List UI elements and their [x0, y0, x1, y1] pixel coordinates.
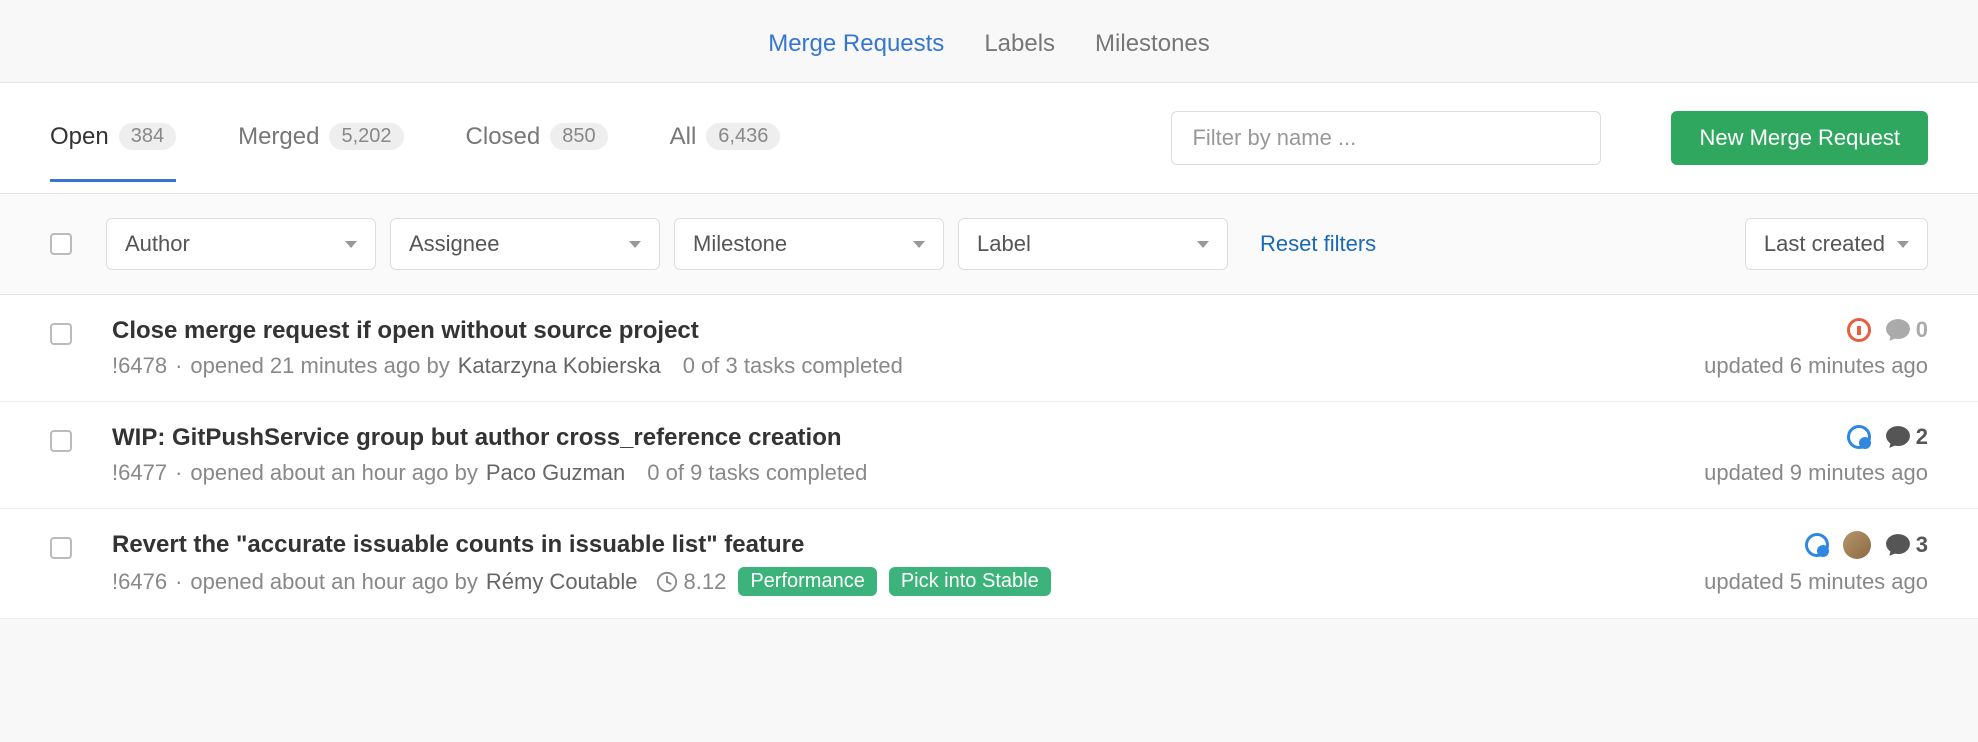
merge-request-ref: !6478: [112, 353, 167, 379]
label-chip[interactable]: Performance: [738, 567, 877, 596]
tab-all-count: 6,436: [706, 123, 780, 150]
author-link[interactable]: Rémy Coutable: [486, 569, 638, 595]
comments-count[interactable]: 0: [1885, 317, 1928, 343]
tab-all-label: All: [670, 123, 697, 151]
merge-request-title[interactable]: Close merge request if open without sour…: [112, 317, 1588, 345]
chevron-down-icon: [629, 241, 641, 248]
row-checkbox[interactable]: [50, 537, 72, 559]
tab-closed-label: Closed: [466, 123, 541, 151]
sort-dropdown[interactable]: Last created: [1745, 218, 1928, 270]
assignee-dropdown[interactable]: Assignee: [390, 218, 660, 270]
milestone-dropdown-label: Milestone: [693, 231, 787, 257]
ci-status-pending-icon[interactable]: [1847, 318, 1871, 342]
author-dropdown[interactable]: Author: [106, 218, 376, 270]
tasks-text: 0 of 9 tasks completed: [647, 460, 867, 486]
milestone-badge[interactable]: 8.12: [656, 569, 727, 595]
updated-text: updated 6 minutes ago: [1704, 353, 1928, 379]
merge-request-row: Revert the "accurate issuable counts in …: [0, 509, 1978, 619]
nav-merge-requests[interactable]: Merge Requests: [768, 30, 944, 58]
comments-number: 3: [1916, 532, 1928, 558]
merge-request-title[interactable]: Revert the "accurate issuable counts in …: [112, 531, 1588, 559]
updated-text: updated 9 minutes ago: [1704, 460, 1928, 486]
label-chip[interactable]: Pick into Stable: [889, 567, 1051, 596]
tab-open[interactable]: Open 384: [50, 123, 176, 182]
merge-request-row: WIP: GitPushService group but author cro…: [0, 402, 1978, 509]
tab-closed-count: 850: [550, 123, 607, 150]
chevron-down-icon: [345, 241, 357, 248]
sort-dropdown-label: Last created: [1764, 231, 1885, 257]
merge-request-meta: !6477 · opened about an hour ago by Paco…: [112, 460, 1588, 486]
comments-number: 0: [1916, 317, 1928, 343]
updated-text: updated 5 minutes ago: [1704, 569, 1928, 595]
chevron-down-icon: [913, 241, 925, 248]
merge-request-list: Close merge request if open without sour…: [0, 295, 1978, 619]
select-all-checkbox[interactable]: [50, 233, 72, 255]
chevron-down-icon: [1897, 241, 1909, 248]
nav-labels[interactable]: Labels: [984, 30, 1055, 58]
new-merge-request-button[interactable]: New Merge Request: [1671, 111, 1928, 165]
ci-status-running-icon[interactable]: [1805, 533, 1829, 557]
top-nav: Merge Requests Labels Milestones: [0, 0, 1978, 83]
merge-request-title[interactable]: WIP: GitPushService group but author cro…: [112, 424, 1588, 452]
opened-text: opened about an hour ago by: [190, 569, 477, 595]
comments-count[interactable]: 3: [1885, 532, 1928, 558]
comments-count[interactable]: 2: [1885, 424, 1928, 450]
comments-number: 2: [1916, 424, 1928, 450]
row-checkbox[interactable]: [50, 323, 72, 345]
tab-closed[interactable]: Closed 850: [466, 123, 608, 182]
tab-merged-label: Merged: [238, 123, 319, 151]
opened-text: opened 21 minutes ago by: [190, 353, 449, 379]
nav-milestones[interactable]: Milestones: [1095, 30, 1210, 58]
label-dropdown[interactable]: Label: [958, 218, 1228, 270]
tab-open-label: Open: [50, 123, 109, 151]
merge-request-row: Close merge request if open without sour…: [0, 295, 1978, 402]
merge-request-ref: !6477: [112, 460, 167, 486]
opened-text: opened about an hour ago by: [190, 460, 477, 486]
assignee-dropdown-label: Assignee: [409, 231, 500, 257]
tab-all[interactable]: All 6,436: [670, 123, 781, 182]
merge-request-meta: !6478 · opened 21 minutes ago by Katarzy…: [112, 353, 1588, 379]
merge-request-meta: !6476 · opened about an hour ago by Rémy…: [112, 567, 1588, 596]
filter-name-input[interactable]: [1171, 111, 1601, 165]
milestone-dropdown[interactable]: Milestone: [674, 218, 944, 270]
tab-merged-count: 5,202: [329, 123, 403, 150]
filter-bar: Author Assignee Milestone Label Reset fi…: [0, 193, 1978, 295]
tasks-text: 0 of 3 tasks completed: [683, 353, 903, 379]
tab-merged[interactable]: Merged 5,202: [238, 123, 403, 182]
author-dropdown-label: Author: [125, 231, 190, 257]
tab-open-count: 384: [119, 123, 176, 150]
author-link[interactable]: Katarzyna Kobierska: [458, 353, 661, 379]
reset-filters-link[interactable]: Reset filters: [1260, 231, 1376, 257]
author-link[interactable]: Paco Guzman: [486, 460, 625, 486]
state-bar: Open 384 Merged 5,202 Closed 850 All 6,4…: [0, 83, 1978, 193]
assignee-avatar[interactable]: [1843, 531, 1871, 559]
milestone-text: 8.12: [684, 569, 727, 595]
merge-request-ref: !6476: [112, 569, 167, 595]
row-checkbox[interactable]: [50, 430, 72, 452]
label-dropdown-label: Label: [977, 231, 1031, 257]
chevron-down-icon: [1197, 241, 1209, 248]
ci-status-running-icon[interactable]: [1847, 425, 1871, 449]
